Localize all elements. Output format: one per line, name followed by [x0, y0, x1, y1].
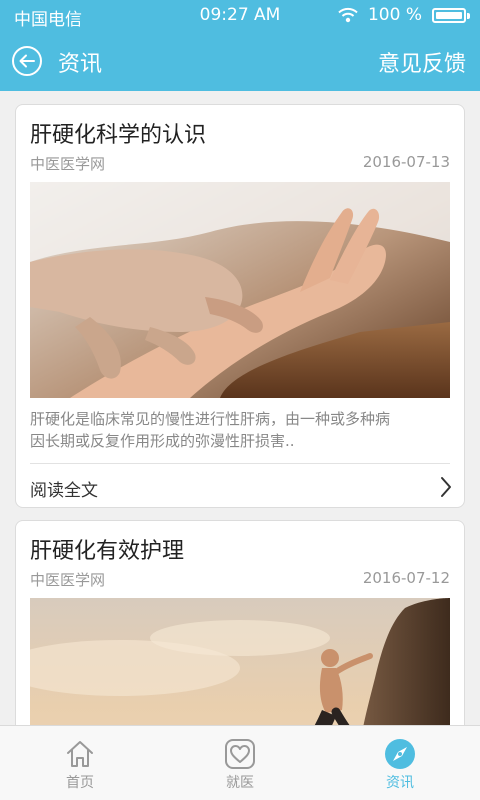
read-more-label: 阅读全文: [30, 481, 98, 501]
article-summary-line: 肝硬化是临床常见的慢性进行性肝病，由一种或多种病: [30, 410, 391, 428]
status-indicators: 100 %: [338, 5, 470, 25]
battery-icon: [432, 7, 470, 23]
read-more-button[interactable]: 阅读全文: [16, 464, 464, 507]
article-date: 2016-07-12: [362, 569, 450, 587]
tab-label: 资讯: [386, 775, 414, 791]
article-source: 中医医学网: [30, 155, 106, 173]
article-title[interactable]: 肝硬化有效护理: [30, 533, 184, 565]
article-date: 2016-07-13: [362, 153, 450, 171]
tab-bar: 首页 就医 资讯: [0, 725, 480, 800]
article-image[interactable]: [30, 182, 450, 398]
back-button[interactable]: [12, 46, 42, 76]
tab-news[interactable]: 资讯: [320, 726, 480, 800]
wifi-icon: [338, 7, 358, 23]
home-icon: [67, 741, 93, 767]
feedback-link[interactable]: 意见反馈: [378, 46, 466, 78]
article-image[interactable]: [30, 598, 450, 725]
article-list: 肝硬化科学的认识 中医医学网 2016-07-13 肝硬化是临床常见的慢性进行性…: [0, 91, 480, 725]
article-source: 中医医学网: [30, 571, 106, 589]
heart-icon: [225, 739, 255, 769]
back-arrow-icon: [19, 54, 35, 68]
app-header: 中国电信 09:27 AM 100 % 资讯 意见反馈: [0, 0, 480, 91]
page-title: 资讯: [58, 52, 103, 77]
article-summary-line: 因长期或反复作用形成的弥漫性肝损害..: [30, 432, 295, 450]
chevron-right-icon: [441, 477, 451, 497]
tab-medical[interactable]: 就医: [160, 726, 320, 800]
battery-percent: 100 %: [367, 5, 422, 25]
article-card[interactable]: 肝硬化有效护理 中医医学网 2016-07-12: [15, 520, 465, 725]
nav-bar: 资讯 意见反馈: [0, 32, 480, 91]
status-bar: 中国电信 09:27 AM 100 %: [0, 0, 480, 32]
tab-label: 就医: [226, 775, 254, 791]
article-card[interactable]: 肝硬化科学的认识 中医医学网 2016-07-13 肝硬化是临床常见的慢性进行性…: [15, 104, 465, 508]
article-title[interactable]: 肝硬化科学的认识: [30, 117, 206, 149]
compass-icon: [385, 739, 415, 769]
article-summary: 肝硬化是临床常见的慢性进行性肝病，由一种或多种病 因长期或反复作用形成的弥漫性肝…: [30, 408, 450, 452]
tab-home[interactable]: 首页: [0, 726, 160, 800]
tab-label: 首页: [66, 775, 94, 791]
